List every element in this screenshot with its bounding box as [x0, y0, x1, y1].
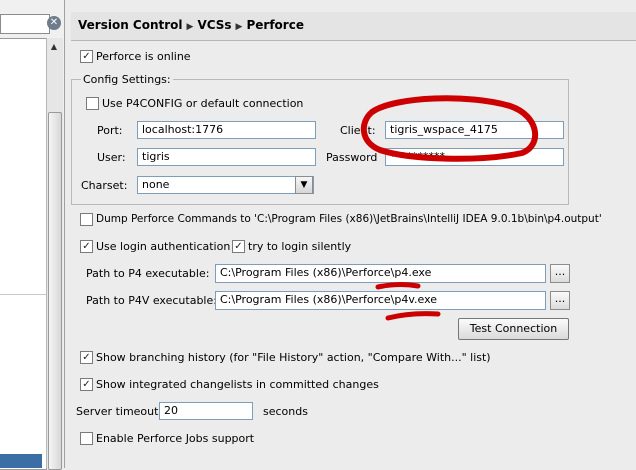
jobs-support-label: Enable Perforce Jobs support	[96, 432, 255, 445]
settings-search-input[interactable]	[0, 14, 50, 34]
server-timeout-unit: seconds	[263, 405, 308, 418]
p4v-path-label: Path to P4V executable:	[86, 294, 217, 307]
p4v-browse-button[interactable]: ...	[550, 291, 570, 310]
branching-history-label: Show branching history (for "File Histor…	[96, 351, 491, 364]
breadcrumb-arrow-icon: ▶	[186, 22, 194, 32]
login-auth-label: Use login authentication	[96, 240, 231, 253]
dump-commands-label: Dump Perforce Commands to 'C:\Program Fi…	[96, 213, 602, 225]
scrollbar-thumb[interactable]	[48, 112, 62, 470]
server-timeout-label: Server timeout	[76, 405, 159, 418]
dump-commands-checkbox[interactable]	[80, 213, 93, 226]
tree-divider	[0, 294, 46, 295]
user-input[interactable]: tigris	[137, 148, 316, 166]
port-input[interactable]: localhost:1776	[137, 121, 316, 139]
p4-browse-button[interactable]: ...	[550, 264, 570, 283]
chevron-down-icon[interactable]: ▼	[295, 176, 313, 194]
p4v-path-input[interactable]: C:\Program Files (x86)\Perforce\p4v.exe	[215, 291, 546, 310]
breadcrumb-arrow-icon: ▶	[235, 22, 243, 32]
login-silent-label: try to login silently	[248, 240, 352, 253]
breadcrumb-vcss: VCSs	[197, 18, 232, 32]
charset-select[interactable]: none	[137, 176, 314, 194]
scroll-up-arrow-icon[interactable]: ▲	[47, 40, 61, 54]
breadcrumb-perforce: Perforce	[246, 18, 304, 32]
breadcrumb-version-control: Version Control	[78, 18, 183, 32]
breadcrumb: Version Control ▶ VCSs ▶ Perforce	[78, 18, 304, 32]
port-label: Port:	[97, 124, 123, 137]
config-settings-title: Config Settings:	[81, 73, 173, 86]
client-label: Client:	[340, 124, 376, 137]
server-timeout-input[interactable]: 20	[159, 402, 253, 420]
tree-selected-item[interactable]	[0, 454, 42, 468]
online-label: Perforce is online	[96, 50, 191, 63]
p4-exe-underline-annotation	[375, 282, 421, 290]
p4v-exe-underline-annotation	[385, 311, 441, 321]
p4-path-label: Path to P4 executable:	[86, 267, 210, 280]
client-input[interactable]: tigris_wspace_4175	[385, 121, 564, 139]
branching-history-checkbox[interactable]: ✓	[80, 351, 93, 364]
red-annotation-marks	[360, 95, 539, 321]
online-checkbox[interactable]: ✓	[80, 50, 93, 63]
test-connection-button[interactable]: Test Connection	[458, 318, 569, 340]
integrated-changelists-label: Show integrated changelists in committed…	[96, 378, 379, 391]
p4config-checkbox[interactable]	[86, 97, 99, 110]
user-label: User:	[97, 151, 126, 164]
password-input[interactable]: **********	[385, 148, 564, 166]
p4-path-input[interactable]: C:\Program Files (x86)\Perforce\p4.exe	[215, 264, 546, 283]
clear-search-icon[interactable]: ✕	[47, 16, 61, 30]
jobs-support-checkbox[interactable]	[80, 432, 93, 445]
password-label: Password	[326, 151, 378, 164]
login-auth-checkbox[interactable]: ✓	[80, 240, 93, 253]
integrated-changelists-checkbox[interactable]: ✓	[80, 378, 93, 391]
settings-tree[interactable]	[0, 38, 47, 470]
p4config-label: Use P4CONFIG or default connection	[102, 97, 304, 110]
charset-label: Charset:	[81, 179, 128, 192]
login-silent-checkbox[interactable]: ✓	[232, 240, 245, 253]
